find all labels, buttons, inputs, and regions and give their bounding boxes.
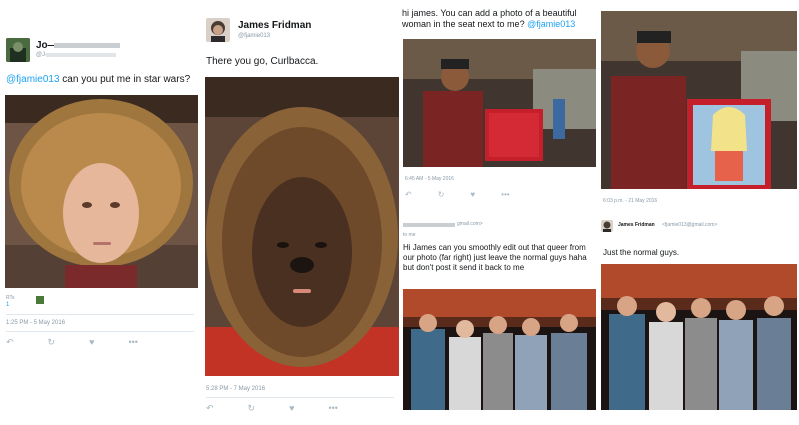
email-panel: gmail.com> to me Hi James can you smooth… [400, 212, 799, 425]
reply-body: Just the normal guys. [603, 248, 680, 257]
group-photo[interactable] [403, 289, 596, 410]
retweet-icon[interactable]: ↻ [48, 337, 56, 348]
divider [6, 314, 194, 315]
divider [206, 397, 394, 398]
heart-icon[interactable]: ♥ [470, 190, 475, 199]
mention-link[interactable]: @fjamie013 [6, 74, 60, 85]
tweet-line-1: hi james. You can add a photo of a beaut… [402, 8, 577, 18]
sender-email[interactable]: gmail.com> [457, 221, 483, 227]
tweet-panel-3: hi james. You can add a photo of a beaut… [400, 0, 799, 212]
edited-group-photo[interactable] [601, 264, 797, 410]
tweet-text: hi james. You can add a photo of a beaut… [402, 8, 577, 30]
sender-redaction [403, 223, 455, 227]
user-handle[interactable]: @fjamie013 [238, 33, 270, 39]
tweet-photo[interactable] [205, 77, 399, 376]
reply-sender-name[interactable]: James Fridman [618, 222, 655, 228]
timestamp[interactable]: 5:28 PM - 7 May 2016 [206, 386, 265, 392]
retweet-icon[interactable]: ↻ [248, 403, 256, 414]
more-icon[interactable]: ••• [328, 403, 337, 414]
timestamp[interactable]: 1:25 PM - 5 May 2016 [6, 320, 65, 326]
more-icon[interactable]: ••• [128, 337, 137, 348]
retweet-count[interactable]: 1 [6, 302, 9, 308]
user-name[interactable]: James Fridman [238, 20, 311, 31]
reply-icon[interactable]: ↶ [6, 337, 14, 348]
heart-icon[interactable]: ♥ [289, 403, 294, 414]
mention-link[interactable]: @fjamie013 [527, 19, 575, 29]
reply-icon[interactable]: ↶ [206, 403, 214, 414]
retweet-count-label: RTs [6, 295, 15, 301]
action-bar: ↶ ↻ ♥ ••• [206, 403, 338, 414]
tweet-line-2: woman in the seat next to me? @fjamie013 [402, 19, 577, 30]
tweet-panel-1: Jo— @J— @fjamie013 can you put me in sta… [0, 0, 200, 425]
retweeter-avatar[interactable] [36, 296, 44, 304]
name-redaction [54, 43, 120, 48]
tweet-line-2-text: woman in the seat next to me? [402, 19, 528, 29]
tweet-text: @fjamie013 can you put me in star wars? [6, 74, 190, 86]
edited-photo[interactable] [601, 11, 797, 189]
timestamp[interactable]: 6:03 p.m. - 21 May 2016 [603, 198, 657, 204]
retweet-icon[interactable]: ↻ [438, 190, 445, 199]
action-bar: ↶ ↻ ♥ ••• [405, 190, 510, 199]
avatar[interactable] [206, 18, 230, 42]
more-icon[interactable]: ••• [501, 190, 509, 199]
recipient-label[interactable]: to me [403, 232, 416, 238]
avatar[interactable] [601, 220, 613, 232]
divider [6, 331, 194, 332]
tweet-body: can you put me in star wars? [59, 74, 191, 85]
original-photo[interactable] [403, 39, 596, 167]
tweet-text: There you go, Curlbacca. [206, 56, 319, 67]
action-bar: ↶ ↻ ♥ ••• [6, 337, 138, 348]
tweet-photo[interactable] [5, 95, 198, 288]
reply-icon[interactable]: ↶ [405, 190, 412, 199]
email-body: Hi James can you smoothly edit out that … [403, 243, 587, 272]
timestamp[interactable]: 6:45 AM - 5 May 2016 [405, 176, 454, 182]
heart-icon[interactable]: ♥ [89, 337, 94, 348]
avatar[interactable] [6, 38, 30, 62]
handle-redaction [46, 53, 116, 57]
reply-sender-email[interactable]: <fjamie013@gmail.com> [662, 222, 717, 228]
tweet-panel-2: James Fridman @fjamie013 There you go, C… [200, 0, 400, 425]
